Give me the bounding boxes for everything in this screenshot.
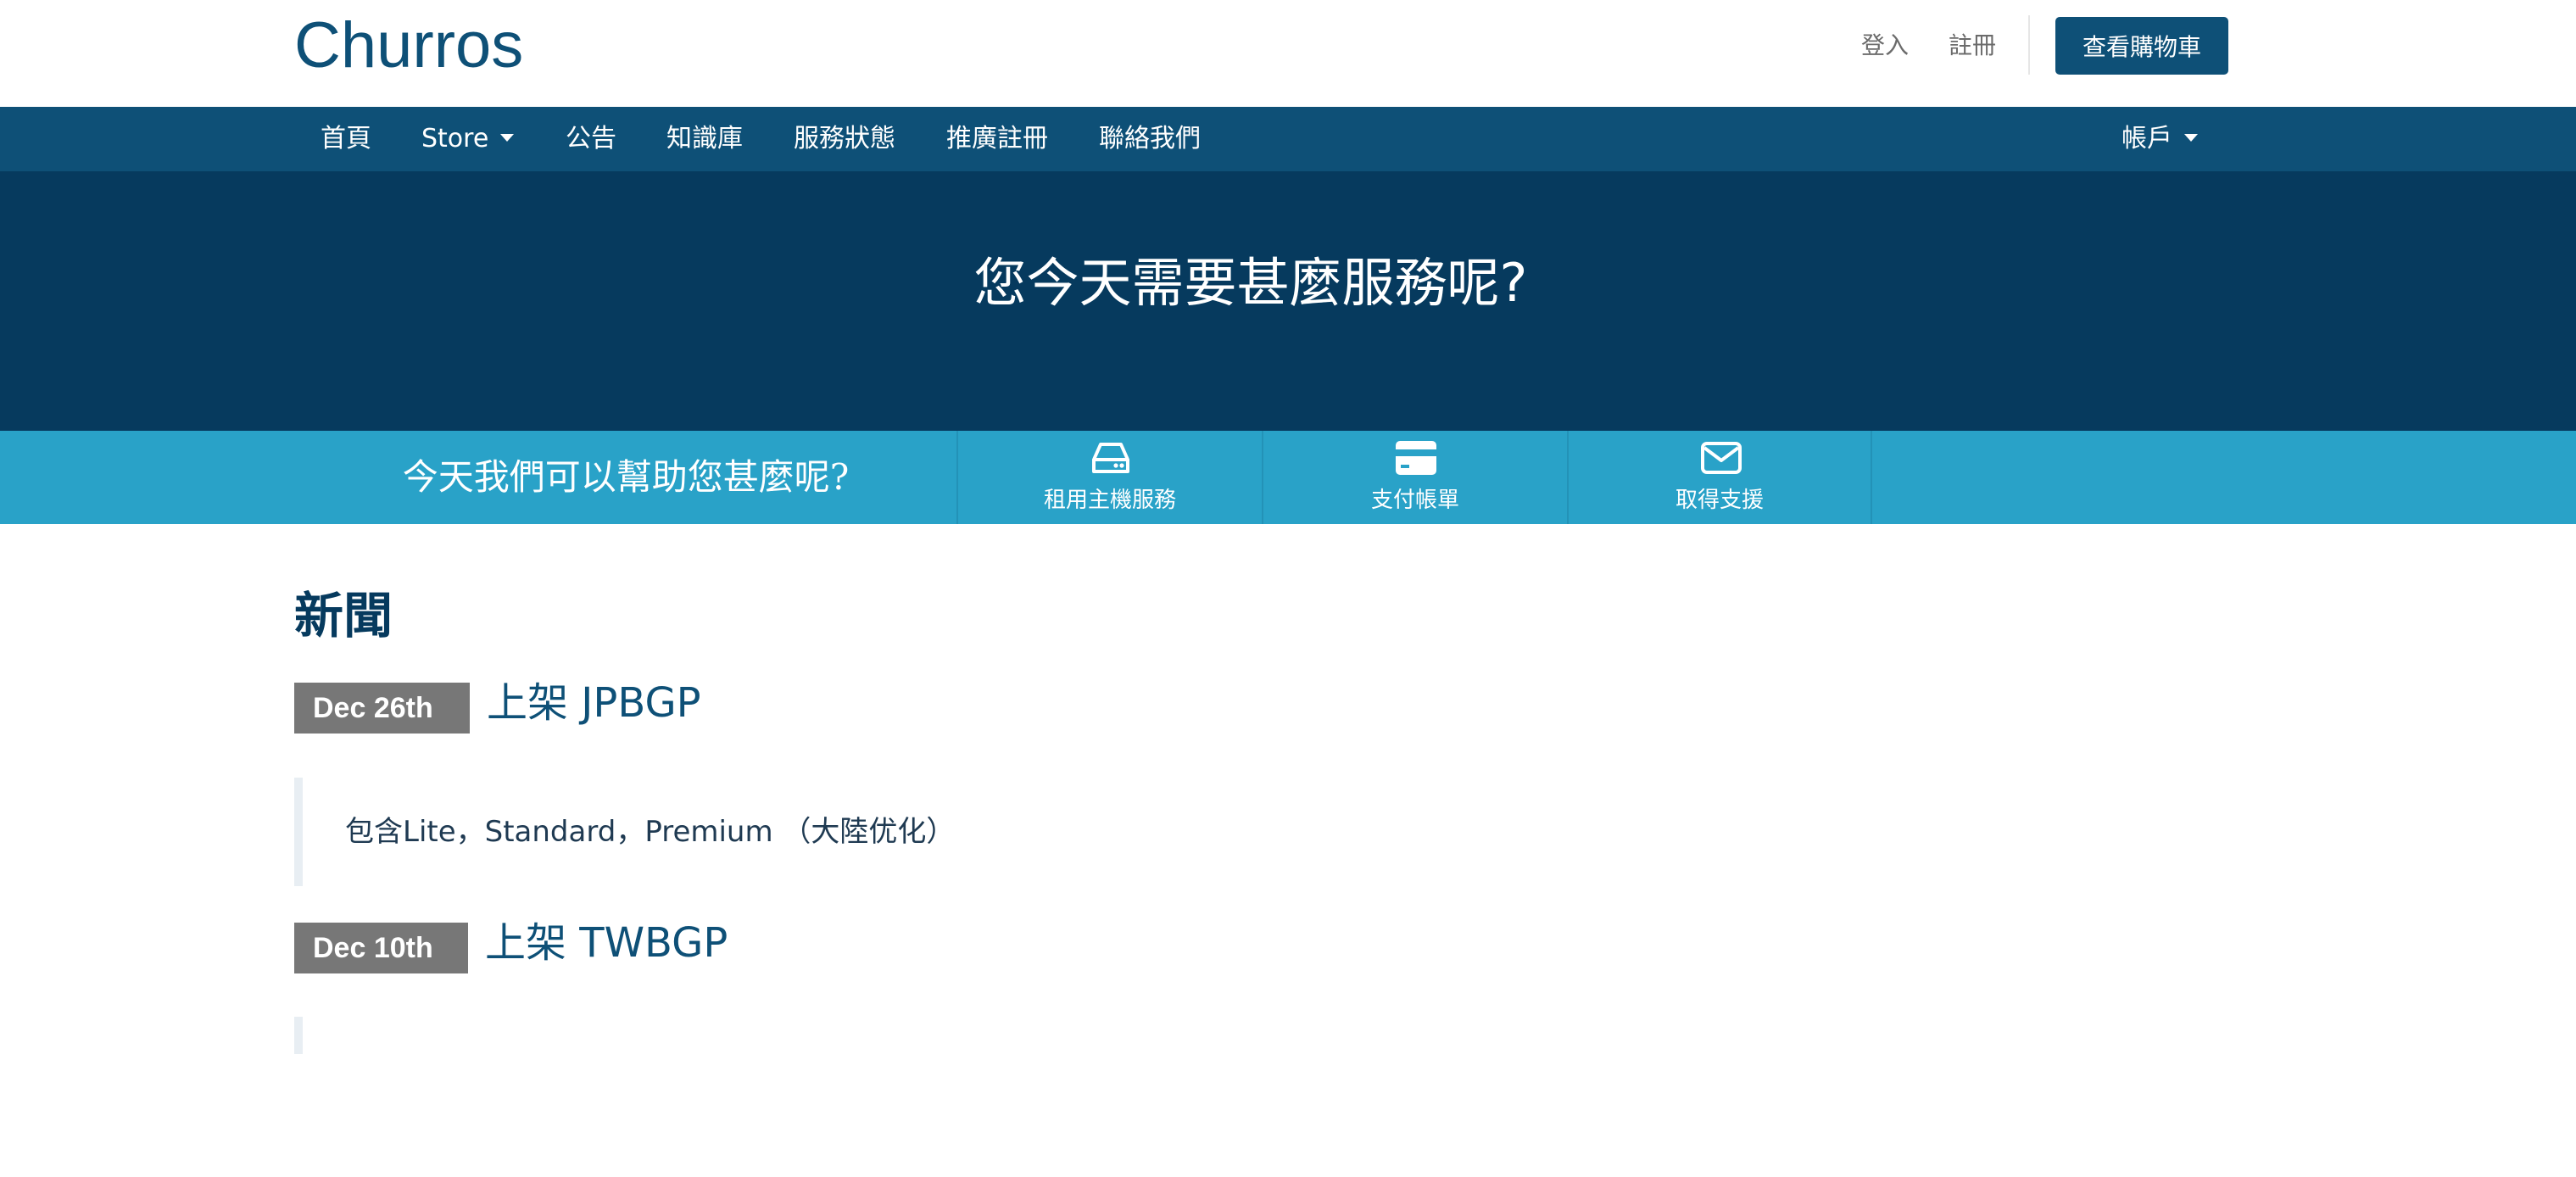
server-icon (1092, 443, 1129, 473)
nav-item-network-status[interactable]: 服務狀態 (794, 107, 895, 171)
news-item-title-link[interactable]: 上架 TWBGP (485, 918, 728, 968)
nav-item-contact[interactable]: 聯絡我們 (1099, 107, 1201, 171)
main-navbar: 首頁 Store 公告 知識庫 服務狀態 推廣註冊 聯絡我們 帳戶 (0, 107, 2576, 171)
nav-item-account-label: 帳戶 (2122, 124, 2172, 153)
nav-item-store-label: Store (421, 124, 489, 153)
news-item-body-text: 包含Lite，Standard，Premium （大陸优化） (345, 815, 956, 849)
register-link[interactable]: 註冊 (1949, 29, 1996, 63)
view-cart-button[interactable]: 查看購物車 (2055, 17, 2228, 75)
caret-down-icon (2184, 134, 2198, 142)
envelope-icon (1701, 442, 1742, 474)
help-item-label: 取得支援 (1675, 488, 1764, 513)
hero-banner: 您今天需要甚麼服務呢? (0, 171, 2576, 431)
news-item-body (294, 1017, 303, 1054)
site-logo[interactable]: Churros (294, 5, 523, 86)
nav-item-knowledgebase[interactable]: 知識庫 (666, 107, 743, 171)
help-bar: 今天我們可以幫助您甚麼呢? 租用主機服務 支付帳單 取得支援 (0, 431, 2576, 524)
header-divider (2028, 15, 2030, 75)
help-item-label: 支付帳單 (1370, 488, 1459, 513)
news-date-badge: Dec 10th (294, 923, 468, 973)
hero-title: 您今天需要甚麼服務呢? (973, 252, 1528, 314)
news-item-title-link[interactable]: 上架 JPBGP (487, 678, 701, 728)
help-bar-text: 今天我們可以幫助您甚麼呢? (402, 456, 850, 498)
news-date-badge: Dec 26th (294, 683, 470, 734)
login-link[interactable]: 登入 (1861, 29, 1909, 63)
news-item-body: 包含Lite，Standard，Premium （大陸优化） (294, 778, 955, 886)
news-heading: 新聞 (294, 587, 393, 644)
site-header: Churros 登入 註冊 查看購物車 (0, 0, 2576, 107)
credit-card-icon (1396, 441, 1436, 475)
pay-bills-shortcut[interactable]: 支付帳單 (1262, 431, 1567, 524)
nav-item-home[interactable]: 首頁 (321, 107, 371, 171)
get-support-shortcut[interactable]: 取得支援 (1567, 431, 1872, 524)
nav-item-announcements[interactable]: 公告 (566, 107, 616, 171)
nav-item-store[interactable]: Store (421, 107, 515, 171)
help-item-label: 租用主機服務 (1043, 488, 1176, 513)
nav-item-affiliates[interactable]: 推廣註冊 (946, 107, 1048, 171)
order-hosting-shortcut[interactable]: 租用主機服務 (956, 431, 1262, 524)
caret-down-icon (500, 134, 515, 142)
nav-item-account[interactable]: 帳戶 (2122, 107, 2198, 171)
